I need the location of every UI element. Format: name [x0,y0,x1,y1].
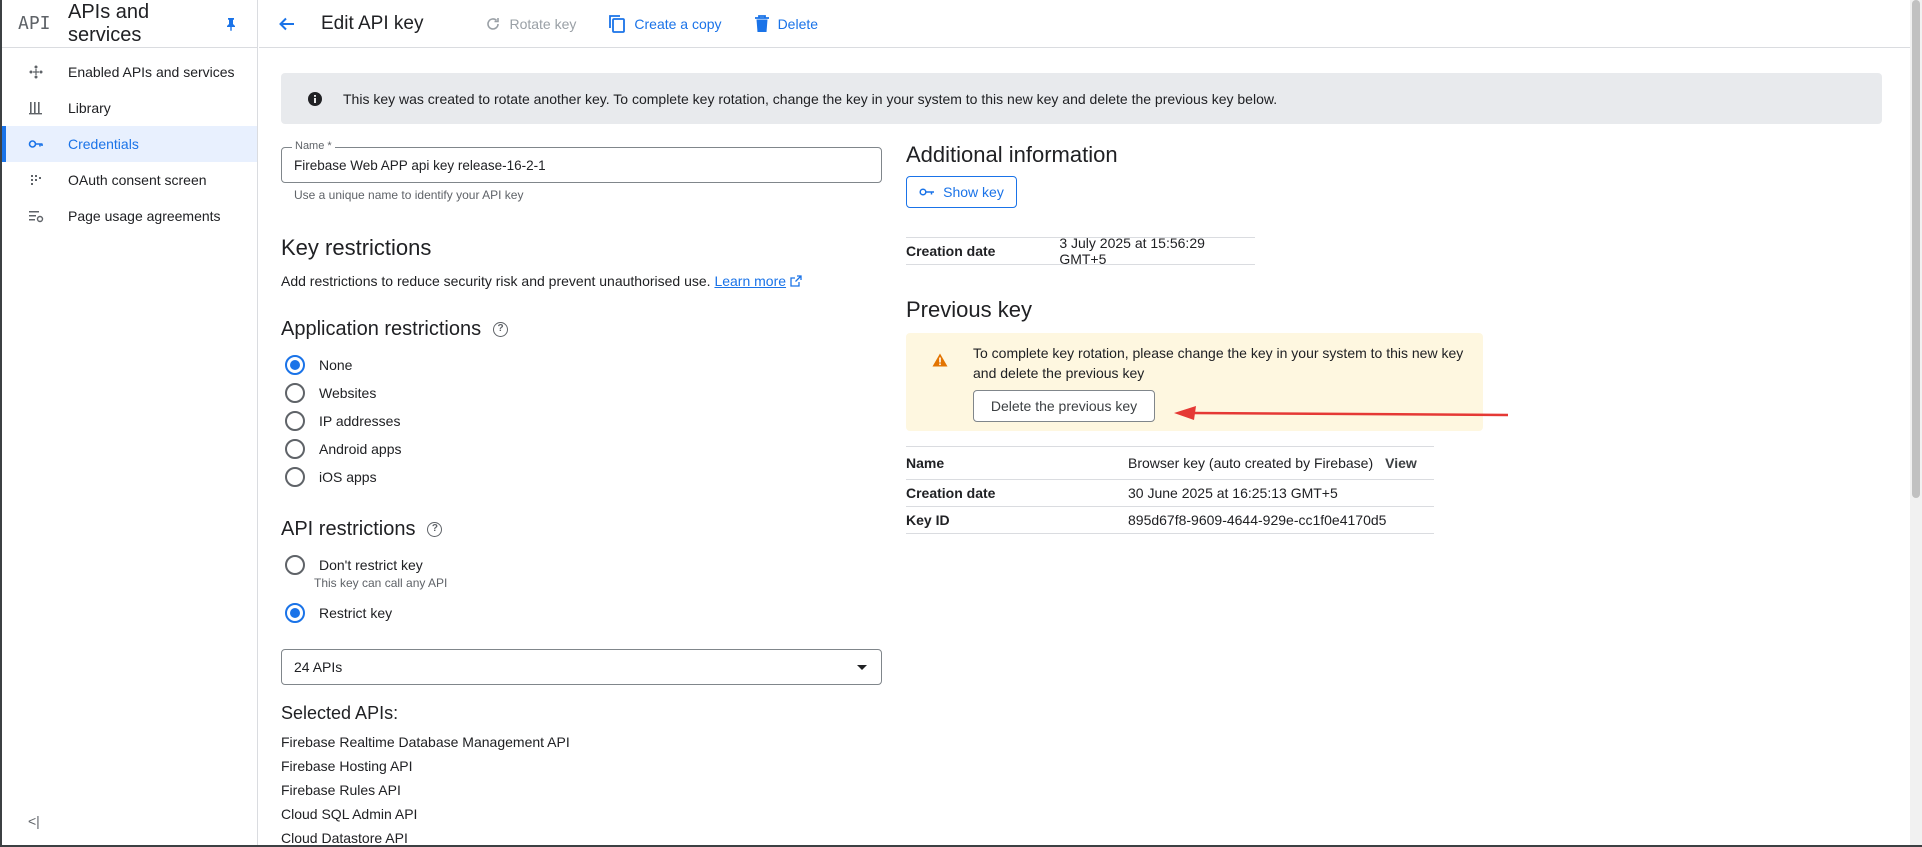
radio-websites[interactable]: Websites [285,383,376,403]
radio-ip-addresses[interactable]: IP addresses [285,411,400,431]
sidebar-item-label: Library [68,100,111,116]
radio-button[interactable] [285,467,305,487]
help-icon[interactable]: ? [427,522,443,538]
info-banner: This key was created to rotate another k… [281,73,1882,124]
radio-restrict-key[interactable]: Restrict key [285,603,392,623]
help-icon[interactable]: ? [493,322,509,338]
toolbar: Edit API key Rotate key Create a copy De… [259,0,1910,48]
delete-button[interactable]: Delete [754,14,819,33]
radio-button[interactable] [285,439,305,459]
back-button[interactable] [275,12,299,36]
creation-date-label: Creation date [906,243,996,259]
app-restrictions-title: Application restrictions? [281,318,509,341]
list-item: Cloud SQL Admin API [281,806,418,822]
list-item: Firebase Hosting API [281,758,413,774]
radio-button[interactable] [285,355,305,375]
view-link[interactable]: View [1385,455,1417,471]
radio-button[interactable] [285,411,305,431]
creation-date-row: Creation date 3 July 2025 at 15:56:29 GM… [906,235,1255,267]
previous-key-id-row: Key ID 895d67f8-9609-4644-929e-cc1f0e417… [906,507,1434,534]
rotate-key-label: Rotate key [509,15,577,32]
selected-apis-title: Selected APIs: [281,703,399,723]
sidebar-item-label: Enabled APIs and services [68,64,235,80]
key-icon [28,136,44,152]
sidebar: API APIs and services Enabled APIs and s… [2,0,258,845]
open-in-new-icon [790,275,802,287]
refresh-icon [487,17,500,30]
scrollbar-thumb[interactable] [1912,0,1920,498]
sidebar-nav: Enabled APIs and services Library Creden… [2,48,257,234]
create-copy-label: Create a copy [634,15,722,32]
additional-info-title: Additional information [906,142,1118,167]
sidebar-item-library[interactable]: Library [2,90,257,126]
name-field-label: Name * [292,140,335,152]
delete-previous-key-button[interactable]: Delete the previous key [973,390,1155,422]
list-item: Firebase Realtime Database Management AP… [281,734,570,750]
agreements-icon [28,208,44,224]
name-field[interactable]: Name * [281,140,882,183]
apis-dropdown-value: 24 APIs [294,659,343,675]
apis-icon [28,64,44,80]
key-icon [919,188,935,196]
previous-key-title: Previous key [906,297,1032,322]
banner-text: This key was created to rotate another k… [343,90,1278,107]
consent-icon [28,172,44,188]
creation-date-value: 3 July 2025 at 15:56:29 GMT+5 [1059,235,1205,267]
learn-more-link[interactable]: Learn more [714,273,786,289]
show-key-button[interactable]: Show key [906,176,1017,208]
sidebar-item-enabled-apis[interactable]: Enabled APIs and services [2,54,257,90]
sidebar-item-label: Credentials [68,136,139,152]
delete-label: Delete [777,15,819,32]
name-input[interactable] [294,158,854,173]
sidebar-item-credentials[interactable]: Credentials [2,126,257,162]
sidebar-header: API APIs and services [2,0,257,48]
api-logo: API [18,13,51,34]
annotation-arrow-icon [1174,406,1509,420]
creation-date-value: 30 June 2025 at 16:25:13 GMT+5 [1128,485,1338,501]
radio-button[interactable] [285,555,305,575]
name-field-hint: Use a unique name to identify your API k… [294,188,524,202]
scrollbar[interactable] [1910,0,1922,845]
library-icon [28,100,44,116]
warning-icon [932,353,948,367]
previous-key-date-row: Creation date 30 June 2025 at 16:25:13 G… [906,480,1434,507]
create-copy-button[interactable]: Create a copy [608,14,722,34]
name-value: Browser key (auto created by Firebase) [1128,455,1374,471]
radio-android-apps[interactable]: Android apps [285,439,402,459]
radio-button[interactable] [285,603,305,623]
apis-dropdown[interactable]: 24 APIs [281,649,882,685]
warning-text: To complete key rotation, please change … [973,345,1464,381]
sidebar-item-label: OAuth consent screen [68,172,207,188]
previous-key-name-row: Name Browser key (auto created by Fireba… [906,446,1434,480]
rotate-key-button[interactable]: Rotate key [485,16,576,32]
info-icon [308,91,322,106]
sidebar-item-page-usage[interactable]: Page usage agreements [2,198,257,234]
key-id-value: 895d67f8-9609-4644-929e-cc1f0e4170d5 [1128,512,1387,528]
trash-icon [754,14,769,32]
list-item: Firebase Rules API [281,782,401,798]
radio-dont-restrict[interactable]: Don't restrict key [285,555,423,575]
sidebar-item-oauth[interactable]: OAuth consent screen [2,162,257,198]
pin-icon[interactable] [223,16,239,32]
arrow-left-icon [279,17,294,30]
collapse-sidebar-button[interactable]: <| [28,813,40,829]
sidebar-item-label: Page usage agreements [68,208,221,224]
radio-ios-apps[interactable]: iOS apps [285,467,377,487]
dont-restrict-hint: This key can call any API [314,576,448,590]
radio-none[interactable]: None [285,355,352,375]
list-item: Cloud Datastore API [281,830,408,846]
key-restrictions-title: Key restrictions [281,235,432,260]
page-title: Edit API key [321,12,424,34]
dropdown-arrow-icon [857,664,867,670]
creation-date-label: Creation date [906,485,996,501]
radio-button[interactable] [285,383,305,403]
key-restrictions-desc: Add restrictions to reduce security risk… [281,273,802,289]
name-label: Name [906,455,945,471]
sidebar-title: APIs and services [68,0,150,46]
api-restrictions-title: API restrictions? [281,518,443,541]
key-restrictions-text: Add restrictions to reduce security risk… [281,273,711,289]
copy-icon [609,14,626,33]
key-id-label: Key ID [906,512,950,528]
